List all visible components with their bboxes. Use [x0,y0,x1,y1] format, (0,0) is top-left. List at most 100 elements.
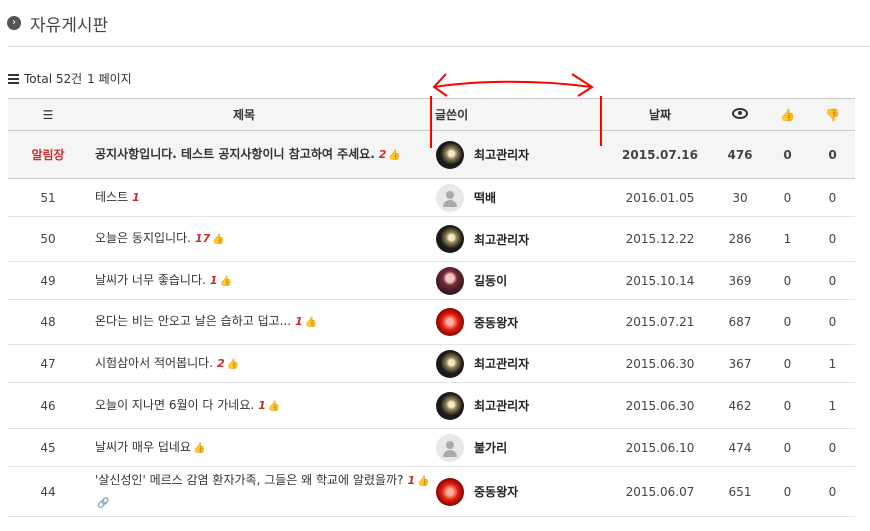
post-date: 2015.06.30 [605,344,715,383]
post-number: 47 [8,344,88,383]
table-row[interactable]: 47 시험삼아서 적어봅니다. 2 👍 최고관리자 2015.06.30 367 0 1 [8,344,855,383]
comment-count: 17 [194,232,211,245]
table-row[interactable]: 44 '살신성인' 메르스 감염 환자가족, 그들은 왜 학교에 알렸을까? 1 👍 🔗… [8,466,855,517]
board-header: › 자유게시판 [7,10,108,36]
post-title-link[interactable]: '살신성인' 메르스 감염 환자가족, 그들은 왜 학교에 알렸을까? [95,473,403,487]
column-dislikes[interactable]: 👎 [810,98,855,131]
thumbs-up-icon: 👍 [212,234,225,245]
writer-name: 최고관리자 [474,399,530,413]
default-avatar [436,183,464,212]
post-title-link[interactable]: 날씨가 매우 덥네요 [95,440,191,454]
column-writer[interactable]: 글쓴이 [430,98,605,131]
writer[interactable]: 불가리 [430,433,605,462]
comment-count: 1 [132,191,140,204]
post-title-link[interactable]: 공지사항입니다. 테스트 공지사항이니 참고하여 주세요. [95,147,375,161]
girl-avatar [436,266,464,295]
writer-name: 불가리 [474,441,508,455]
writer[interactable]: 떡배 [430,183,605,212]
post-title-link[interactable]: 테스트 [95,190,128,204]
thumbs-up-icon: 👍 [417,475,430,487]
post-number: 49 [8,261,88,300]
table-row[interactable]: 46 오늘이 지나면 6월이 다 가네요. 1 👍 최고관리자 2015.06.30 462… [8,382,855,429]
writer[interactable]: 최고관리자 [430,349,605,378]
view-count: 286 [715,216,765,262]
table-row[interactable]: 48 온다는 비는 안오고 날은 습하고 덥고... 1 👍 중동왕자 2015.07.2… [8,299,855,345]
thumbs-up-icon: 👍 [219,275,232,287]
writer[interactable]: 최고관리자 [430,225,605,253]
dark-avatar [436,225,464,253]
table-row[interactable]: 51 테스트 1 떡배 2016.01.05 30 0 0 [8,178,855,217]
writer[interactable]: 최고관리자 [430,391,605,420]
writer-name: 최고관리자 [474,357,530,371]
post-date: 2015.07.16 [605,130,715,179]
column-num[interactable]: ☰ [8,98,88,131]
view-count: 474 [715,428,765,467]
view-count: 687 [715,299,765,345]
view-count: 476 [715,130,765,179]
post-number: 46 [8,382,88,429]
writer[interactable]: 중동왕자 [430,308,605,336]
page-count: 1 페이지 [87,72,132,86]
post-title-link[interactable]: 오늘이 지나면 6월이 다 가네요. [95,398,254,412]
table-header-row: ☰ 제목 글쓴이 날짜 👍 👎 [8,98,855,131]
writer[interactable]: 길동이 [430,266,605,295]
column-likes[interactable]: 👍 [765,98,810,131]
post-title-link[interactable]: 날씨가 너무 좋습니다. [95,273,206,287]
dark-avatar [436,140,464,169]
like-count: 0 [765,299,810,345]
notice-row[interactable]: 알림장 공지사항입니다. 테스트 공지사항이니 참고하여 주세요. 2 👍 최고관리자 2… [8,130,855,179]
column-date[interactable]: 날짜 [605,98,715,131]
writer-name: 중동왕자 [474,485,519,499]
post-number: 51 [8,178,88,217]
post-title-link[interactable]: 오늘은 동지입니다. [95,231,191,245]
comment-count: 1 [258,398,266,412]
red-avatar [436,477,464,506]
table-row[interactable]: 50 오늘은 동지입니다. 17 👍 최고관리자 2015.12.22 286 1 0 [8,216,855,262]
dark-avatar [436,349,464,378]
thumbs-up-icon: 👍 [388,149,401,161]
total-count: Total 52건 [24,72,83,86]
post-title-link[interactable]: 시험삼아서 적어봅니다. [95,356,213,370]
table-row[interactable]: 45 날씨가 매우 덥네요 👍 불가리 2015.06.10 474 0 0 [8,428,855,467]
post-date: 2015.06.07 [605,466,715,517]
view-count: 462 [715,382,765,429]
post-number: 48 [8,299,88,345]
like-count: 0 [765,130,810,179]
default-avatar [436,433,464,462]
thumbs-up-icon: 👍 [192,442,206,454]
thumbs-up-icon: 👍 [304,317,318,328]
like-count: 0 [765,178,810,217]
post-title-link[interactable]: 온다는 비는 안오고 날은 습하고 덥고... [95,314,291,328]
dislike-count: 0 [810,178,855,217]
table-row[interactable]: 49 날씨가 너무 좋습니다. 1 👍 길동이 2015.10.14 369 0 0 [8,261,855,300]
dislike-count: 0 [810,261,855,300]
dislike-count: 0 [810,299,855,345]
post-date: 2016.01.05 [605,178,715,217]
post-date: 2015.10.14 [605,261,715,300]
writer-name: 최고관리자 [474,232,530,247]
thumbs-up-icon: 👍 [267,400,281,412]
comment-count: 2 [378,147,387,161]
board-summary: Total 52건 1 페이지 [8,70,137,87]
writer-name: 떡배 [474,191,497,205]
writer-name: 길동이 [474,274,508,288]
writer-name: 중동왕자 [474,315,519,330]
like-count: 1 [765,216,810,262]
writer[interactable]: 최고관리자 [430,140,605,169]
dislike-count: 0 [810,216,855,262]
dislike-count: 0 [810,466,855,517]
writer[interactable]: 중동왕자 [430,477,605,506]
thumbs-up-icon: 👍 [226,358,240,370]
post-date: 2015.12.22 [605,216,715,262]
like-count: 0 [765,382,810,429]
chevron-right-circle-icon: › [7,16,21,30]
view-count: 369 [715,261,765,300]
post-date: 2015.06.30 [605,382,715,429]
like-count: 0 [765,344,810,383]
column-views[interactable] [715,98,765,131]
thumbs-down-icon: 👎 [825,107,840,122]
dislike-count: 0 [810,428,855,467]
view-count: 30 [715,178,765,217]
column-title[interactable]: 제목 [88,98,430,131]
writer-name: 최고관리자 [474,148,530,162]
